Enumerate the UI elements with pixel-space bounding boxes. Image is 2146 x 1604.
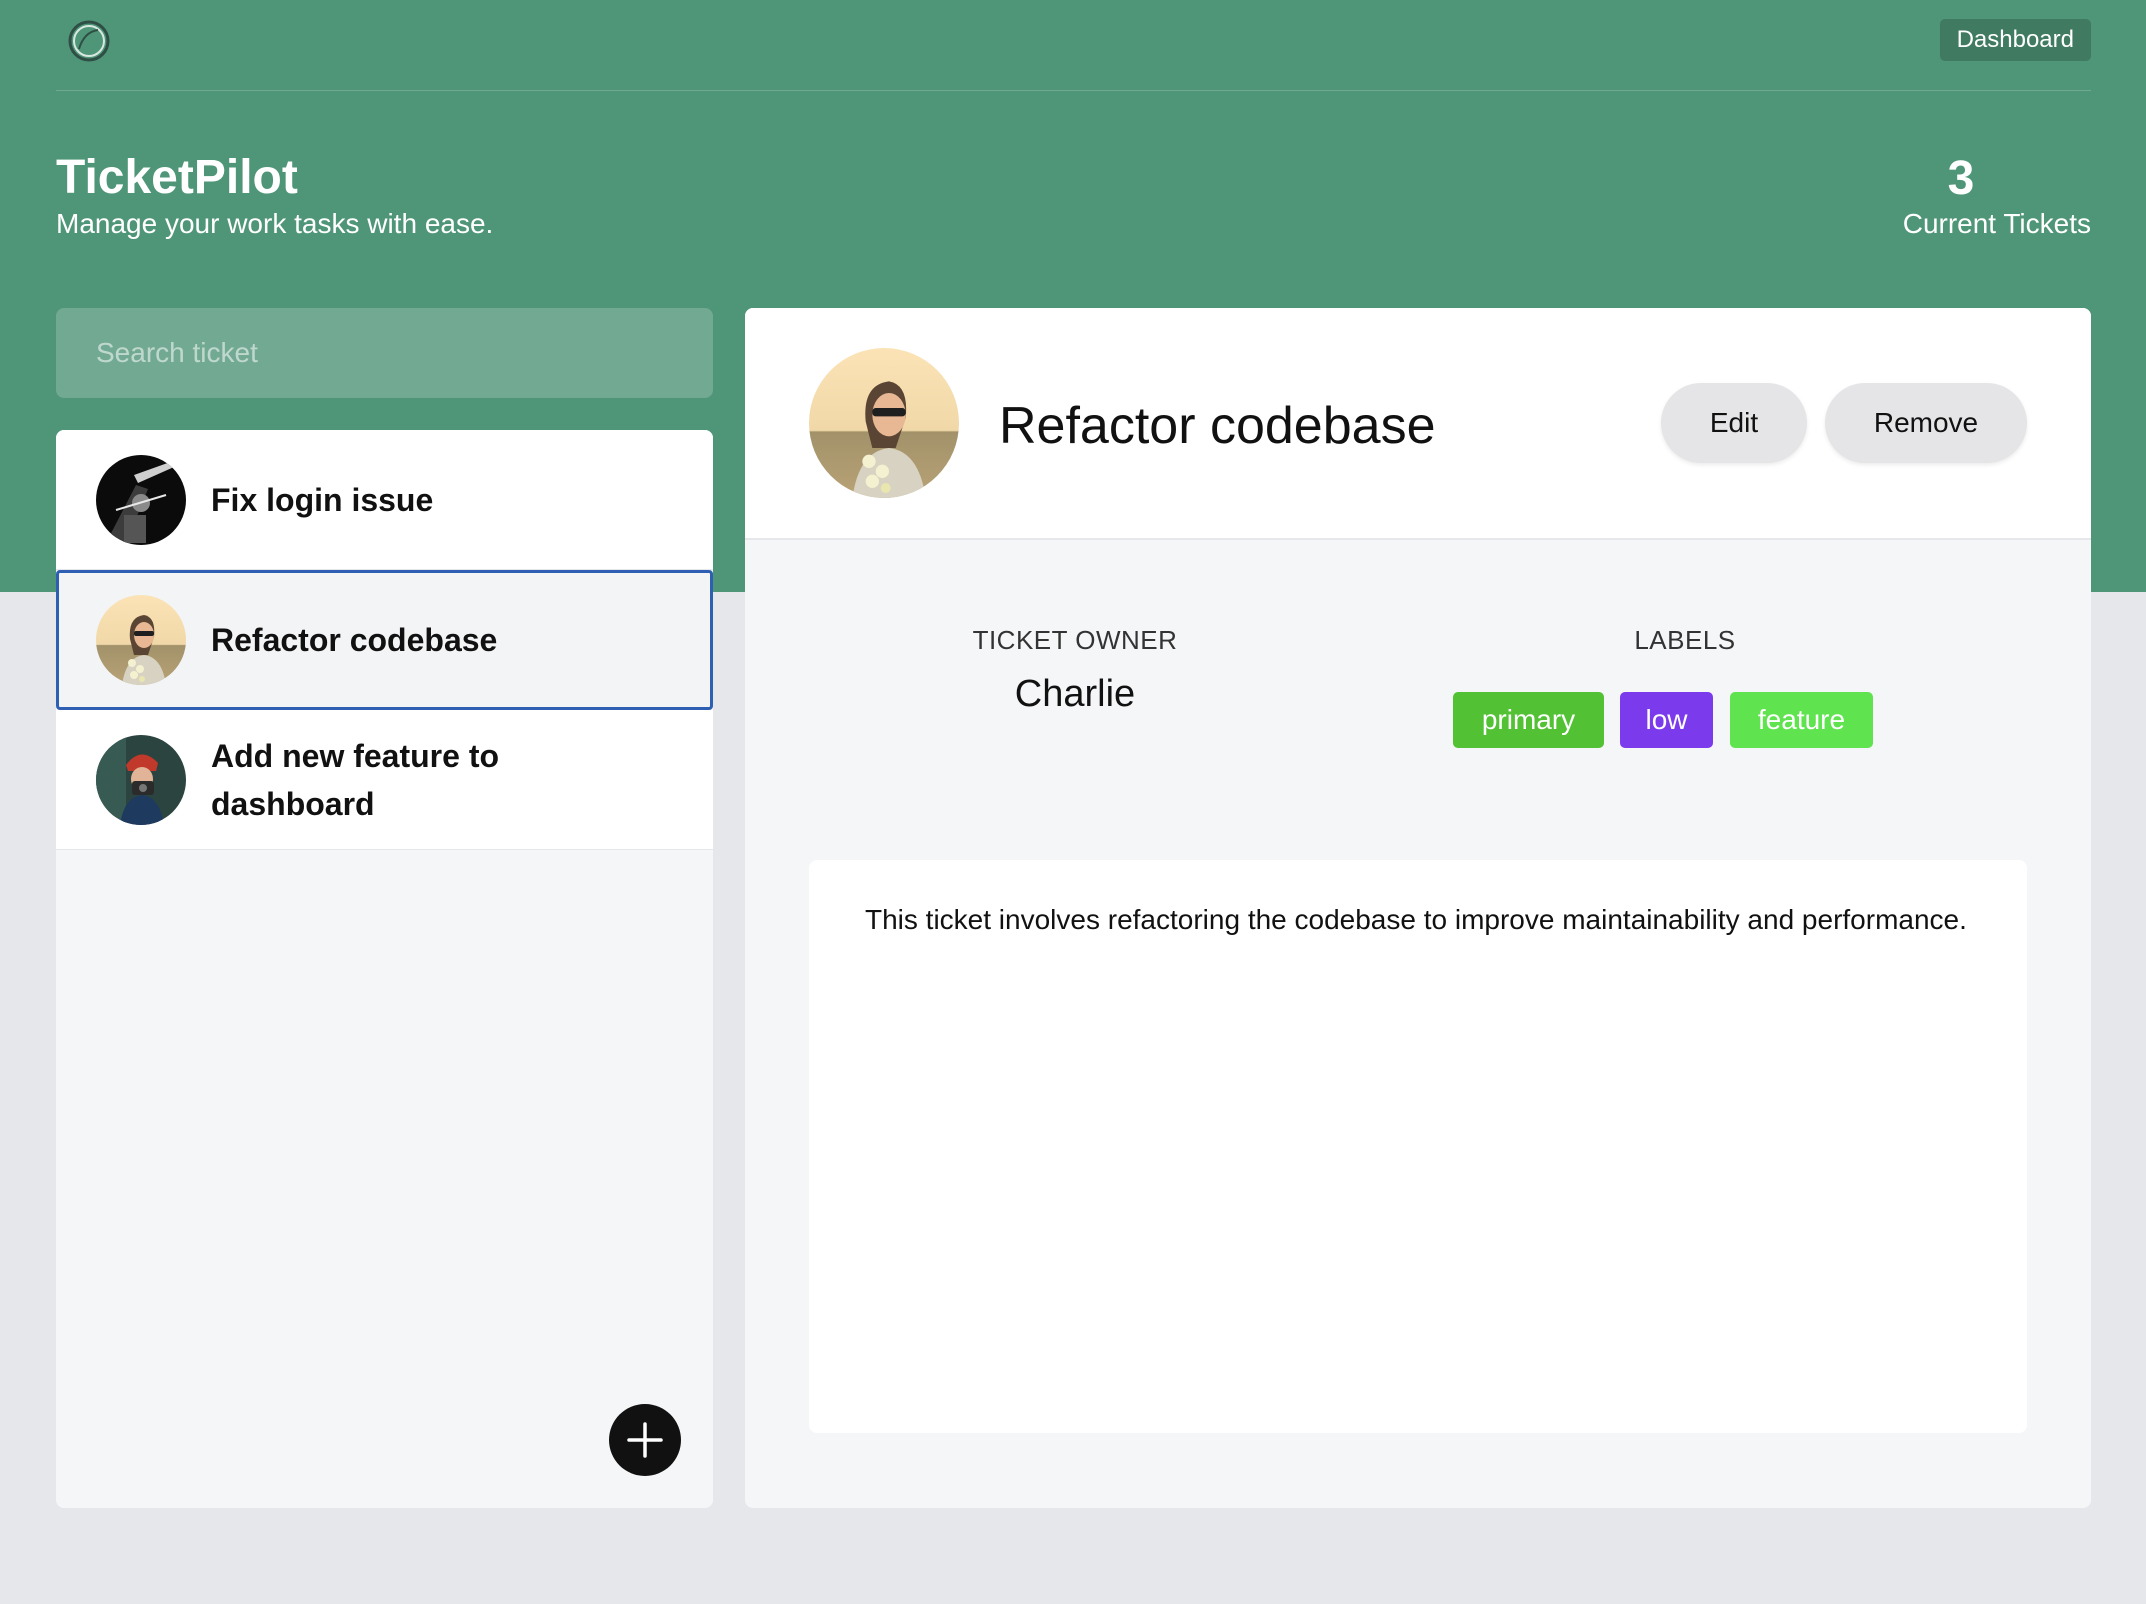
add-ticket-button[interactable] (609, 1404, 681, 1476)
avatar-image (96, 454, 186, 545)
ticket-list-item-fix-login[interactable]: Fix login issue (56, 430, 713, 570)
ticket-list-item-refactor-codebase[interactable]: Refactor codebase (56, 570, 713, 710)
app-subtitle: Manage your work tasks with ease. (56, 208, 494, 239)
avatar-image (96, 734, 186, 825)
ticket-count: 3 (1947, 152, 1975, 205)
ticket-list-item-add-feature[interactable]: Add new feature to dashboard (56, 710, 713, 850)
top-navbar: Dashboard (56, 0, 2091, 91)
ticket-description-text: This ticket involves refactoring the cod… (865, 904, 1967, 935)
remove-button[interactable]: Remove (1825, 383, 2027, 463)
avatar-image (96, 595, 186, 685)
ticket-owner-name: Charlie (1014, 673, 1136, 715)
ticket-detail-panel: Refactor codebase Edit Remove TICKET OWN… (745, 308, 2091, 1508)
ticket-title: Add new feature to dashboard (211, 737, 500, 822)
ticket-list: Fix login issue Refactor codebase Add ne… (56, 430, 713, 1508)
circle-logo-icon[interactable] (66, 18, 112, 64)
ticket-count-label: Current Tickets (1902, 208, 2091, 239)
label-tag-low: low (1620, 692, 1713, 748)
dashboard-button[interactable]: Dashboard (1939, 19, 2091, 61)
ticket-title: Fix login issue (211, 481, 434, 518)
label-tag-primary: primary (1453, 692, 1604, 748)
ticket-description: This ticket involves refactoring the cod… (809, 860, 2027, 1433)
labels-heading: LABELS (1634, 625, 1736, 655)
app-title: TicketPilot (56, 151, 298, 204)
label-tag-feature: feature (1730, 692, 1873, 748)
ticket-owner-heading: TICKET OWNER (972, 625, 1178, 655)
avatar-image (809, 348, 959, 498)
ticket-title: Refactor codebase (211, 622, 498, 658)
plus-icon (627, 1422, 663, 1458)
search-input[interactable] (56, 308, 713, 398)
edit-button[interactable]: Edit (1661, 383, 1807, 463)
ticket-detail-title: Refactor codebase (999, 397, 1436, 455)
ticket-detail-header: Refactor codebase Edit Remove (745, 308, 2091, 540)
